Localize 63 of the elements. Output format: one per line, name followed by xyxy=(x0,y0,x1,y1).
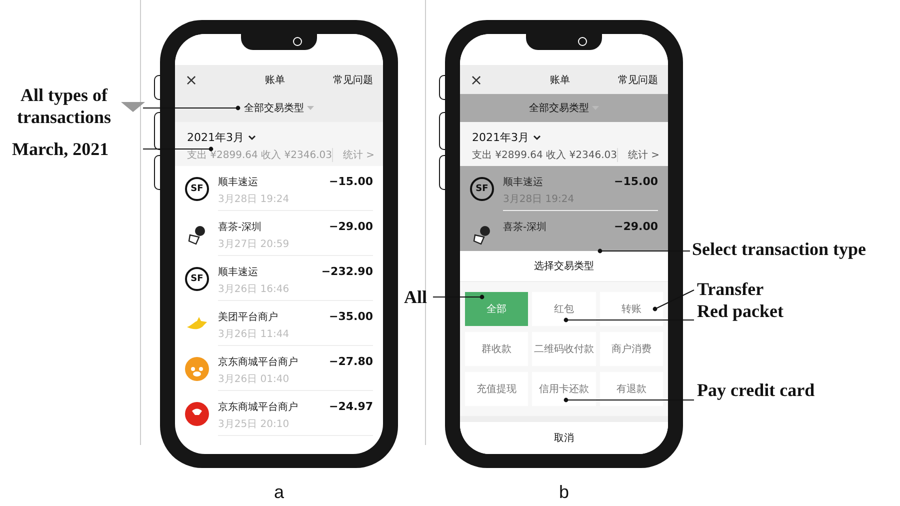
annotation-label: Transfer xyxy=(697,278,764,300)
triangle-icon xyxy=(121,102,145,112)
month-selector[interactable]: 2021年3月 xyxy=(472,130,529,145)
close-button[interactable]: × xyxy=(185,70,225,88)
page-title: 账单 xyxy=(265,74,285,86)
annotation-label: Select transaction type xyxy=(692,238,866,260)
faq-link[interactable]: 常见问题 xyxy=(610,72,658,86)
type-option[interactable]: 红包 xyxy=(532,292,596,326)
transaction-date: 3月28日 19:24 xyxy=(218,193,290,206)
page-title: 账单 xyxy=(550,74,570,86)
courier-logo-icon: SF xyxy=(470,176,494,200)
merchant-name: 顺丰速运 xyxy=(218,266,259,279)
transaction-amount: −29.00 xyxy=(328,220,373,233)
merchant-name: 喜茶-深圳 xyxy=(503,220,547,234)
transaction-date: 3月26日 11:44 xyxy=(218,328,290,341)
panel-caption: b xyxy=(558,482,569,503)
dog-face-icon xyxy=(185,356,209,380)
annotation-label: Pay credit card xyxy=(697,379,815,401)
transaction-amount: −35.00 xyxy=(328,310,373,323)
transaction-amount: −232.90 xyxy=(321,265,373,278)
transaction-amount: −29.00 xyxy=(614,220,658,233)
type-option[interactable]: 群收款 xyxy=(465,332,528,366)
annotation-label: All types of transactions xyxy=(16,84,112,128)
panel-caption: a xyxy=(274,482,284,503)
merchant-name: 喜茶-深圳 xyxy=(218,220,263,234)
camera-icon xyxy=(578,36,586,46)
type-option[interactable]: 有退款 xyxy=(600,372,663,406)
courier-logo-icon: SF xyxy=(185,176,209,200)
transaction-amount: −15.00 xyxy=(614,175,658,188)
camera-icon xyxy=(292,36,302,46)
annotation-label: Red packet xyxy=(697,300,784,322)
merchant-name: 美团平台商户 xyxy=(218,310,279,324)
merchant-name: 京东商城平台商户 xyxy=(218,356,298,369)
stats-link[interactable]: 统计 > xyxy=(616,148,660,162)
caret-icon xyxy=(307,106,314,110)
transaction-date: 3月25日 20:10 xyxy=(218,418,290,431)
type-filter-dropdown[interactable]: 全部交易类型 xyxy=(244,101,304,115)
month-summary: 支出 ¥2899.64 收入 ¥2346.03 xyxy=(187,148,332,162)
month-selector[interactable]: 2021年3月 xyxy=(187,130,244,145)
annotation-label: All xyxy=(404,286,428,308)
transaction-amount: −27.80 xyxy=(328,355,373,368)
mascot-logo-icon xyxy=(185,402,209,426)
merchant-name: 京东商城平台商户 xyxy=(218,400,298,414)
transaction-date: 3月26日 01:40 xyxy=(218,373,290,386)
transaction-amount: −15.00 xyxy=(328,175,373,188)
type-option[interactable]: 信用卡还款 xyxy=(532,372,596,406)
type-filter-dropdown[interactable]: 全部交易类型 xyxy=(529,101,589,115)
annotation-label: March, 2021 xyxy=(12,138,109,160)
type-option[interactable]: 二维码收付款 xyxy=(532,332,596,366)
type-option[interactable]: 充值提现 xyxy=(465,372,528,406)
type-option[interactable]: 转账 xyxy=(600,292,663,326)
month-summary: 支出 ¥2899.64 收入 ¥2346.03 xyxy=(472,148,617,162)
transaction-date: 3月27日 20:59 xyxy=(218,238,290,251)
type-option[interactable]: 商户消费 xyxy=(600,332,663,366)
transaction-amount: −24.97 xyxy=(328,400,373,413)
chevron-down-icon xyxy=(533,134,541,140)
courier-logo-icon: SF xyxy=(185,266,209,290)
merchant-name: 顺丰速运 xyxy=(218,176,259,189)
merchant-name: 顺丰速运 xyxy=(503,176,544,189)
faq-link[interactable]: 常见问题 xyxy=(325,72,373,86)
transaction-date: 3月26日 16:46 xyxy=(218,283,290,296)
chevron-down-icon xyxy=(248,134,256,140)
close-button[interactable]: × xyxy=(470,70,510,88)
